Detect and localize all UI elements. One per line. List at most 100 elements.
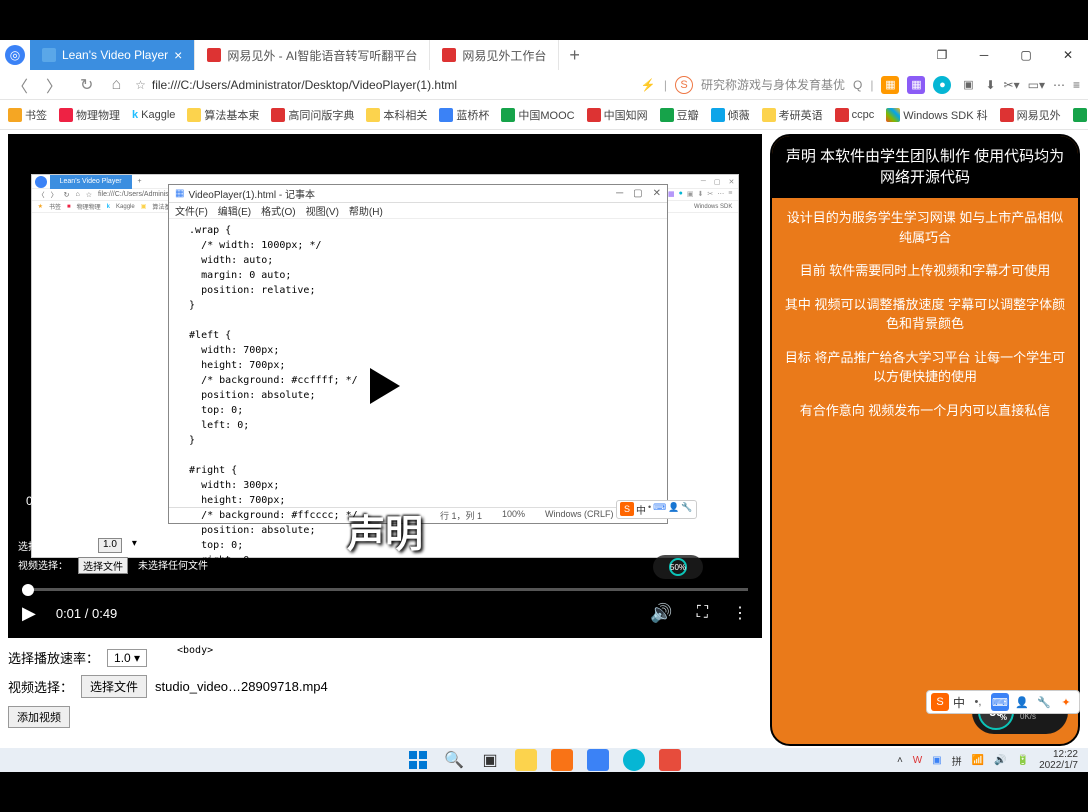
tray-icon[interactable]: W [913,755,922,766]
ime-skin-icon[interactable]: 👤 [1013,693,1031,711]
upload-button[interactable]: 添加视频 [8,706,70,728]
inner-new-tab: + [132,178,148,185]
inner-back-icon: 〈 [38,190,45,200]
tab-video-player[interactable]: Lean's Video Player × [30,40,195,70]
scissors-icon[interactable]: ✂▾ [1004,78,1020,92]
window-maximize-icon[interactable]: ▢ [1006,40,1046,70]
tray-chevron-icon[interactable]: ˄ [897,755,903,766]
sogou-ime-icon[interactable]: S [931,693,949,711]
more-options-icon[interactable]: ⋮ [732,603,748,623]
bookmark-item[interactable]: 网易公开课 [1073,107,1088,123]
play-pause-button[interactable]: ▶ [22,603,36,624]
bookmark-item[interactable]: 算法基本束 [187,107,259,123]
bookmark-item[interactable]: 中国知网 [587,107,648,123]
bookmark-item[interactable]: 倾薇 [711,107,750,123]
bookmark-item[interactable]: Windows SDK 科 [886,107,987,123]
start-button[interactable] [407,749,429,771]
np-min-icon: ─ [616,188,623,199]
volume-icon[interactable]: 🔊 [650,603,672,624]
more-icon[interactable]: ⋯ [1053,78,1065,92]
app-icon-2[interactable] [587,749,609,771]
wifi-icon[interactable]: 📶 [972,755,984,766]
explorer-icon[interactable] [515,749,537,771]
video-player[interactable]: Lean's Video Player + ─ ▢ ✕ 〈 〉 ↻ ⌂ ☆ fi… [8,134,762,638]
app-icon-1[interactable] [551,749,573,771]
tab-label: 网易见外工作台 [462,47,546,64]
ext-icon-3[interactable]: ● [933,76,951,94]
url-text: file:///C:/Users/Administrator/Desktop/V… [152,78,457,92]
menu-file: 文件(F) [175,203,208,218]
right-info-panel: 声明 本软件由学生团队制作 使用代码均为网络开源代码 设计目的为服务学生学习网课… [770,134,1080,746]
ext-icon-1[interactable]: ▦ [881,76,899,94]
progress-track[interactable] [22,588,748,591]
tab-favicon [42,48,56,62]
inner-close-icon: ✕ [725,178,739,186]
reload-button[interactable]: ↻ [76,75,97,95]
bookmark-item[interactable]: 物理物理 [59,107,120,123]
taskbar-clock[interactable]: 12:22 2022/1/7 [1039,749,1078,771]
menu-icon[interactable]: ≡ [1073,78,1080,92]
play-icon[interactable] [370,368,400,404]
window-popout-icon[interactable]: ❐ [922,40,962,70]
ime-lang[interactable]: 中 [953,694,965,711]
home-button[interactable]: ⌂ [107,76,125,94]
back-button[interactable]: 〈 [8,73,32,97]
tab-strip: Lean's Video Player × 网易见外 - AI智能语音转写听翻平… [30,40,922,70]
bookmark-item[interactable]: 高同问版字典 [271,107,354,123]
ime-tool-icon[interactable]: 🔧 [1035,693,1053,711]
search-icon[interactable]: 🔍 [443,749,465,771]
file-name: studio_video…28909718.mp4 [155,679,328,694]
window-minimize-icon[interactable]: ─ [964,40,1004,70]
window-close-icon[interactable]: ✕ [1048,40,1088,70]
ext-icon-2[interactable]: ▦ [907,76,925,94]
inner-reload-icon: ↻ [64,191,70,199]
tray-icon[interactable]: ▣ [932,755,941,766]
ext-icon-4[interactable]: ▣ [959,76,977,94]
app-icon-3[interactable] [623,749,645,771]
bookmark-item[interactable]: 中国MOOC [501,107,574,123]
inner-speed-widget[interactable]: 50% [653,555,703,579]
ime-punct-icon[interactable]: •, [969,693,987,711]
new-tab-button[interactable]: + [559,40,590,70]
bookmark-item[interactable]: 本科相关 [366,107,427,123]
bookmark-item[interactable]: 网易见外 [1000,107,1061,123]
bookmark-item[interactable]: kKaggle [132,109,175,121]
favorite-icon[interactable]: ☆ [135,78,146,92]
ime-float-inner[interactable]: S 中 • ⌨ 👤 🔧 [616,500,697,519]
ime-toolbar[interactable]: S 中 •, ⌨ 👤 🔧 ✦ [926,690,1080,714]
bookmark-item[interactable]: ccpc [835,108,875,122]
app-icon-4[interactable] [659,749,681,771]
progress-thumb[interactable] [22,584,34,596]
bookmark-item[interactable]: 考研英语 [762,107,823,123]
bookmark-item[interactable]: 书签 [8,107,47,123]
notepad-titlebar: ▦ VideoPlayer(1).html - 记事本 ─ ▢ ✕ [169,185,667,203]
forward-button[interactable]: 〉 [42,73,66,97]
system-tray: ˄ W ▣ 拼 📶 🔊 🔋 12:22 2022/1/7 [897,749,1078,771]
download-icon[interactable]: ⬇ [985,78,995,92]
volume-tray-icon[interactable]: 🔊 [994,755,1006,766]
kaggle-icon: k [132,109,138,121]
bookmark-item[interactable]: 豆瓣 [660,107,699,123]
task-view-icon[interactable]: ▣ [479,749,501,771]
ime-keyboard-icon[interactable]: ⌨ [991,693,1009,711]
browser-window: ◎ Lean's Video Player × 网易见外 - AI智能语音转写听… [0,40,1088,772]
bolt-icon[interactable]: ⚡ [641,78,656,92]
close-icon[interactable]: × [174,47,182,63]
choose-file-button[interactable]: 选择文件 [81,675,147,698]
speed-select[interactable]: 1.0 ▾ [107,649,147,667]
bm-icon [660,108,674,122]
tab-netease-2[interactable]: 网易见外工作台 [430,40,559,70]
search-icon[interactable]: Q [853,78,862,92]
search-hint[interactable]: 研究称游戏与身体发育基优 [701,76,845,93]
tab-netease-1[interactable]: 网易见外 - AI智能语音转写听翻平台 [195,40,430,70]
sogou-icon[interactable]: S [675,76,693,94]
fullscreen-icon[interactable]: ⛶ [697,604,708,622]
ime-settings-icon[interactable]: ✦ [1057,693,1075,711]
clip-icon[interactable]: ▭▾ [1028,78,1045,92]
bm-icon [587,108,601,122]
battery-icon[interactable]: 🔋 [1017,755,1029,766]
panel-line: 其中 视频可以调整播放速度 字幕可以调整字体颜色和背景颜色 [780,295,1070,334]
bookmark-item[interactable]: 蓝桥杯 [439,107,489,123]
url-input[interactable]: ☆ file:///C:/Users/Administrator/Desktop… [135,78,575,92]
tray-ime-icon[interactable]: 拼 [952,753,962,768]
